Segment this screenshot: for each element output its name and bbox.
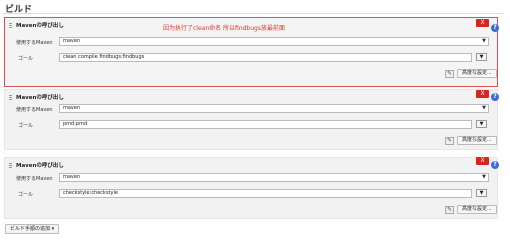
advanced-settings-button[interactable]: 高度な設定... — [457, 69, 497, 78]
section-divider — [3, 13, 503, 14]
goal-expand-button[interactable]: ▼ — [476, 53, 487, 61]
notepad-icon[interactable]: ✎ — [445, 70, 454, 78]
step-header-label: Mavenの呼び出し — [16, 95, 64, 101]
chevron-down-icon: ▼ — [482, 105, 486, 111]
goal-label: ゴール — [18, 192, 34, 198]
maven-version-select[interactable]: maven ▼ — [59, 173, 489, 182]
step-header: Mavenの呼び出し — [9, 21, 64, 29]
maven-version-value: maven — [63, 105, 81, 111]
maven-version-label: 使用するMaven — [16, 176, 53, 182]
help-icon[interactable]: ? — [491, 93, 499, 101]
step-header: Mavenの呼び出し — [9, 93, 64, 101]
help-icon[interactable]: ? — [491, 161, 499, 169]
advanced-settings-button[interactable]: 高度な設定... — [457, 136, 497, 145]
maven-version-select[interactable]: maven ▼ — [59, 104, 489, 113]
build-step-3: Mavenの呼び出し X 使用するMaven maven ▼ ゴール checks… — [4, 157, 498, 219]
help-icon[interactable]: ? — [491, 24, 499, 32]
advanced-settings-button[interactable]: 高度な設定... — [457, 205, 497, 214]
build-step-1: Mavenの呼び出し 因为执行了clean命名 所以findbugs放最前面 X… — [4, 17, 498, 87]
maven-version-label: 使用するMaven — [16, 107, 53, 113]
maven-version-label: 使用するMaven — [16, 40, 53, 46]
goal-input[interactable]: checkstyle:checkstyle — [59, 189, 472, 198]
step-header: Mavenの呼び出し — [9, 161, 64, 169]
chevron-down-icon: ▼ — [482, 174, 486, 180]
add-build-step-label: ビルド手順の追加 — [10, 226, 51, 232]
goal-expand-button[interactable]: ▼ — [476, 189, 487, 197]
chevron-down-icon: ▼ — [482, 38, 486, 44]
delete-step-button[interactable]: X — [476, 157, 489, 165]
add-build-step-button[interactable]: ビルド手順の追加 ▾ — [5, 224, 60, 234]
goal-input[interactable]: clean compile findbugs:findbugs — [59, 53, 472, 62]
drag-handle-icon[interactable] — [9, 22, 12, 29]
goal-expand-button[interactable]: ▼ — [476, 120, 487, 128]
step-header-label: Mavenの呼び出し — [16, 163, 64, 169]
maven-version-value: maven — [63, 174, 81, 180]
maven-version-value: maven — [63, 38, 81, 44]
annotation-note: 因为执行了clean命名 所以findbugs放最前面 — [163, 25, 285, 32]
maven-version-select[interactable]: maven ▼ — [59, 37, 489, 46]
delete-step-button[interactable]: X — [476, 90, 489, 98]
drag-handle-icon[interactable] — [9, 94, 12, 101]
notepad-icon[interactable]: ✎ — [445, 137, 454, 145]
goal-label: ゴール — [18, 123, 34, 129]
step-header-label: Mavenの呼び出し — [16, 23, 64, 29]
goal-input[interactable]: pmd:pmd — [59, 120, 472, 129]
build-step-2: Mavenの呼び出し X 使用するMaven maven ▼ ゴール pmd:pm… — [4, 89, 498, 150]
notepad-icon[interactable]: ✎ — [445, 206, 454, 214]
goal-label: ゴール — [18, 56, 34, 62]
delete-step-button[interactable]: X — [476, 19, 489, 27]
chevron-down-icon: ▾ — [51, 226, 55, 232]
drag-handle-icon[interactable] — [9, 162, 12, 169]
